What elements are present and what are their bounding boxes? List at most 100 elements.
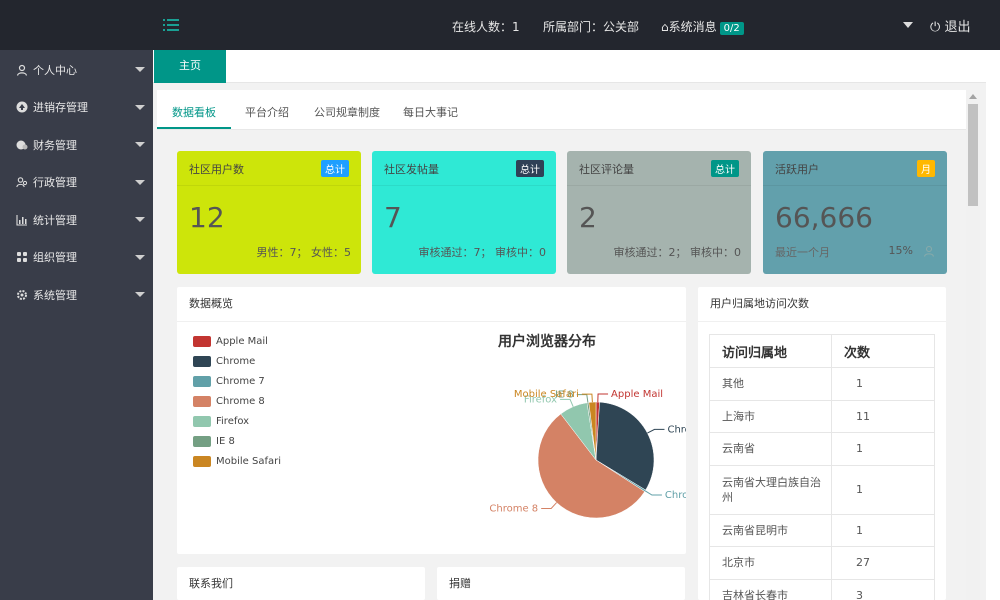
pie-label-line (647, 428, 665, 434)
chevron-down-icon (135, 142, 145, 147)
table-header-row: 访问归属地 次数 (709, 334, 935, 368)
system-messages-label: 系统消息 (668, 20, 717, 34)
menu-toggle-icon[interactable] (163, 17, 179, 33)
logout-label: 退出 (944, 20, 971, 35)
dashboard-content: 数据看板 平台介绍 公司规章制度 每日大事记 社区用户数 总计 1 2 男性：7；… (157, 90, 966, 600)
stat-title: 社区评论量 (579, 163, 634, 176)
user-icon (923, 245, 935, 257)
sub-tab-bar: 数据看板 平台介绍 公司规章制度 每日大事记 (157, 90, 966, 130)
tab-home[interactable]: 主页 (154, 50, 226, 83)
sidebar-item-label: 系统管理 (33, 288, 77, 302)
stat-value: 7 (384, 201, 402, 234)
table-cell: 1 (831, 464, 935, 515)
sidebar-item-label: 统计管理 (33, 213, 77, 227)
table-row: 云南省大理白族自治州 1 (709, 464, 935, 515)
logout-button[interactable]: ⏻ 退出 (930, 16, 970, 35)
sidebar-item-label: 财务管理 (33, 138, 77, 152)
table-cell: 云南省昆明市 (709, 513, 832, 547)
pie-label: Chrome 7 (665, 490, 686, 501)
table-cell: 1 (831, 513, 935, 547)
table-row: 吉林省长春市 3 (709, 578, 935, 600)
app-icon (17, 252, 27, 263)
sidebar-item-personal[interactable]: 个人中心 (0, 51, 153, 89)
pie-label: Chrome (667, 424, 686, 435)
chevron-down-icon (135, 104, 145, 110)
stat-divider (567, 185, 751, 186)
column-header: 访问归属地 (709, 334, 832, 368)
content-scrollbar[interactable] (966, 90, 980, 600)
chevron-down-icon (135, 179, 145, 185)
stat-divider (372, 185, 556, 186)
stat-badge: 总计 (711, 160, 739, 177)
stat-value: 2 (579, 201, 597, 234)
stat-footnote: 男性：7； 女性：5 (256, 246, 352, 259)
stat-title: 活跃用户 (775, 163, 819, 176)
sidebar-item-label: 个人中心 (33, 63, 77, 77)
donate-panel: 捐赠 (437, 567, 685, 600)
table-cell: 上海市 (709, 399, 832, 433)
table-cell: 3 (831, 578, 935, 600)
pie-label: Mobile Safari (514, 389, 579, 400)
table-row: 上海市 11 (709, 399, 935, 433)
sidebar-item-organization[interactable]: 组织管理 (0, 239, 153, 277)
tab-bar: 主页 (153, 50, 986, 83)
contact-panel: 联系我们 (177, 567, 425, 600)
table-cell: 1 (831, 432, 935, 466)
stat-value: 66,666 (775, 201, 873, 234)
table-row: 其他 1 (709, 367, 935, 401)
data-overview-panel: 数据概览 Apple Mail Chrome Chrome 7 Chrome 8 Fir… (177, 287, 686, 554)
pie-label-line (597, 393, 609, 403)
user-menu-caret-icon[interactable] (903, 22, 913, 28)
table-cell: 云南省 (709, 432, 832, 466)
chevron-down-icon (135, 292, 145, 297)
stat-divider (177, 185, 361, 186)
active-tab-indicator (157, 127, 231, 129)
sidebar-item-label: 行政管理 (33, 176, 77, 190)
subtab-platform-intro[interactable]: 平台介绍 (245, 104, 289, 120)
upload-icon (16, 101, 28, 113)
sidebar-item-inventory[interactable]: 进销存管理 (0, 89, 153, 127)
stat-card-posts: 社区发帖量 总计 7 审核通过：7； 审核中：0 (372, 151, 556, 274)
table-row: 云南省 1 (709, 432, 935, 466)
table-row: 北京市 27 (709, 546, 935, 580)
stat-title: 社区用户数 (189, 163, 244, 176)
stat-card-active-users: 活跃用户 月 66,666 最近一个月 15% (763, 151, 947, 274)
panel-title: 数据概览 (177, 287, 686, 322)
stat-footnote: 审核通过：7； 审核中：0 (418, 246, 547, 259)
sidebar-item-statistics[interactable]: 统计管理 (0, 201, 153, 239)
sidebar-item-label: 进销存管理 (33, 101, 88, 115)
chevron-down-icon (135, 217, 145, 222)
table-cell: 1 (831, 367, 935, 401)
sidebar-item-system[interactable]: 系统管理 (0, 276, 153, 314)
table-cell: 吉林省长春市 (709, 578, 832, 600)
sidebar-item-label: 组织管理 (33, 251, 77, 265)
panel-title: 联系我们 (177, 567, 425, 600)
chart-title: 用户浏览器分布 (498, 333, 596, 350)
pie-label-line (644, 490, 662, 496)
panel-title: 捐赠 (437, 567, 685, 600)
panel-title: 用户归属地访问次数 (698, 287, 946, 322)
table-cell: 北京市 (709, 546, 832, 580)
visits-table: 访问归属地 次数 其他 1 上海市 11 云南省 1 云南省大理白族自治州 1 云南省昆… (709, 334, 935, 600)
subtab-company-rules[interactable]: 公司规章制度 (314, 104, 380, 120)
scroll-up-icon[interactable] (969, 94, 977, 99)
sidebar-item-admin[interactable]: 行政管理 (0, 164, 153, 202)
messages-badge: 0/2 (719, 22, 744, 35)
sidebar-item-finance[interactable]: 财务管理 (0, 126, 153, 164)
subtab-daily-events[interactable]: 每日大事记 (403, 104, 458, 120)
pie-label-line (541, 502, 557, 509)
visits-panel: 用户归属地访问次数 访问归属地 次数 其他 1 上海市 11 云南省 1 云南省大理白… (698, 287, 946, 600)
chevron-down-icon (135, 254, 145, 260)
money-icon (16, 140, 28, 150)
online-count: 在线人数：1 (452, 20, 520, 34)
sidebar: 个人中心 进销存管理 财务管理 行政管理 统计管理 组织管理 系统管理 (0, 50, 153, 600)
subtab-dashboard[interactable]: 数据看板 (172, 104, 216, 120)
stat-card-comments: 社区评论量 总计 2 审核通过：2； 审核中：0 (567, 151, 751, 274)
table-row: 云南省昆明市 1 (709, 513, 935, 547)
stat-badge: 月 (917, 160, 935, 177)
scrollbar-thumb[interactable] (968, 104, 978, 206)
stat-footnote: 审核通过：2； 审核中：0 (613, 246, 742, 259)
system-messages[interactable]: ⌂系统消息 0/2 (661, 18, 744, 35)
home-icon: ⌂ (661, 20, 669, 34)
stat-footnote: 15% (888, 244, 913, 257)
